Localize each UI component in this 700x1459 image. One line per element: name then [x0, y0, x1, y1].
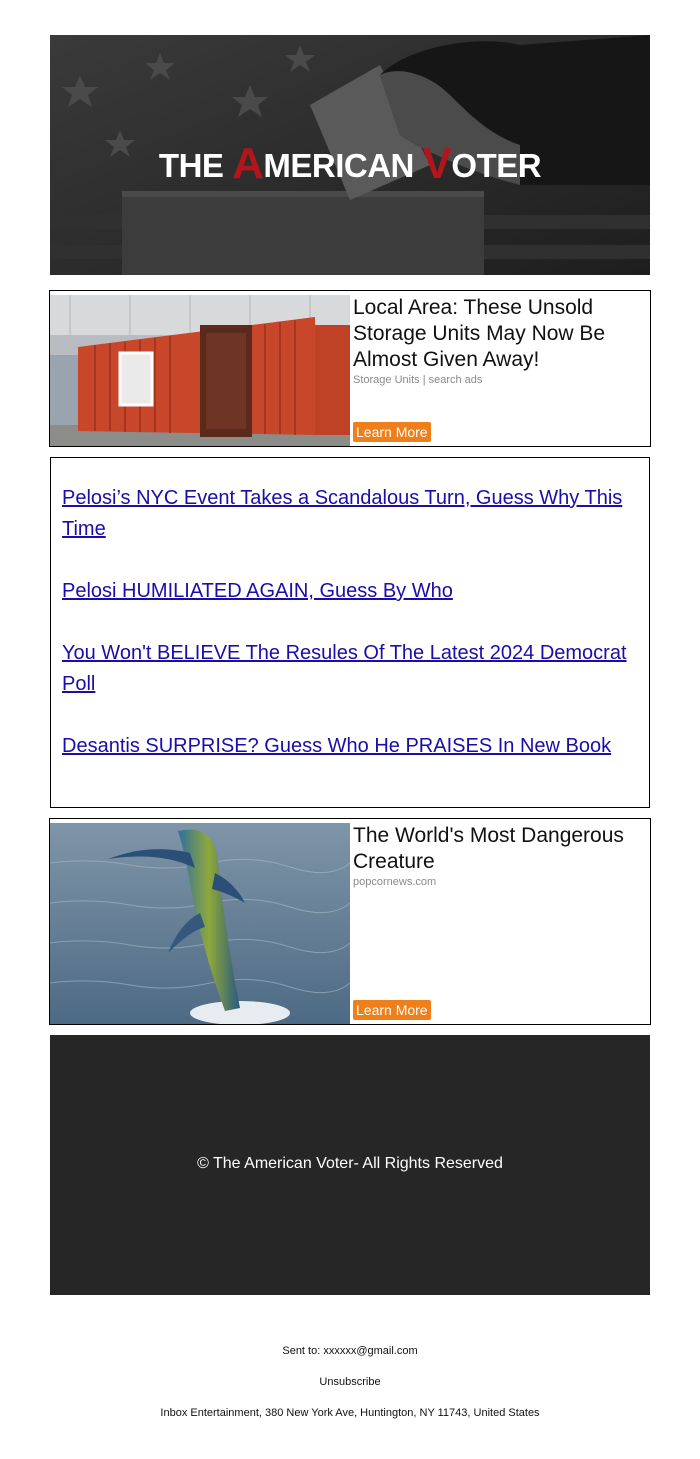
ad-image-storage-container[interactable] [50, 295, 350, 446]
brand-part2: MERICAN [263, 147, 414, 184]
ad-source: Storage Units | search ads [353, 374, 483, 386]
ad-text-block: Local Area: These Unsold Storage Units M… [353, 295, 646, 387]
copyright-text: © The American Voter- All Rights Reserve… [197, 1155, 503, 1172]
brand-letter-a: A [232, 139, 264, 188]
article-links-box: Pelosi’s NYC Event Takes a Scandalous Tu… [50, 457, 650, 808]
brand-part1: THE [158, 147, 224, 184]
header-banner: THE AMERICAN VOTER [50, 35, 650, 275]
ad-card-dangerous-creature[interactable]: The World's Most Dangerous Creature popc… [49, 818, 651, 1025]
ad-image-marlin[interactable] [50, 823, 350, 1024]
sent-to-text: Sent to: xxxxxx@gmail.com [282, 1345, 418, 1357]
learn-more-button[interactable]: Learn More [353, 422, 431, 442]
learn-more-button[interactable]: Learn More [353, 1000, 431, 1020]
ad-source: popcornews.com [353, 876, 437, 888]
article-link[interactable]: Pelosi’s NYC Event Takes a Scandalous Tu… [62, 483, 641, 545]
unsubscribe-link[interactable]: Unsubscribe [0, 1376, 700, 1388]
brand-logo: THE AMERICAN VOTER [50, 138, 650, 188]
ad-card-storage-units[interactable]: Local Area: These Unsold Storage Units M… [49, 290, 651, 447]
sender-address: Inbox Entertainment, 380 New York Ave, H… [160, 1407, 540, 1419]
brand-part3: OTER [451, 147, 542, 184]
brand-letter-v: V [422, 139, 452, 188]
article-link[interactable]: You Won't BELIEVE The Resules Of The Lat… [62, 638, 641, 700]
article-link[interactable]: Pelosi HUMILIATED AGAIN, Guess By Who [62, 576, 641, 607]
ad-headline[interactable]: Local Area: These Unsold Storage Units M… [353, 295, 646, 373]
footer: © The American Voter- All Rights Reserve… [50, 1035, 650, 1295]
ad-headline[interactable]: The World's Most Dangerous Creature [353, 823, 646, 875]
article-link[interactable]: Desantis SURPRISE? Guess Who He PRAISES … [62, 731, 641, 762]
ad-text-block: The World's Most Dangerous Creature popc… [353, 823, 646, 889]
